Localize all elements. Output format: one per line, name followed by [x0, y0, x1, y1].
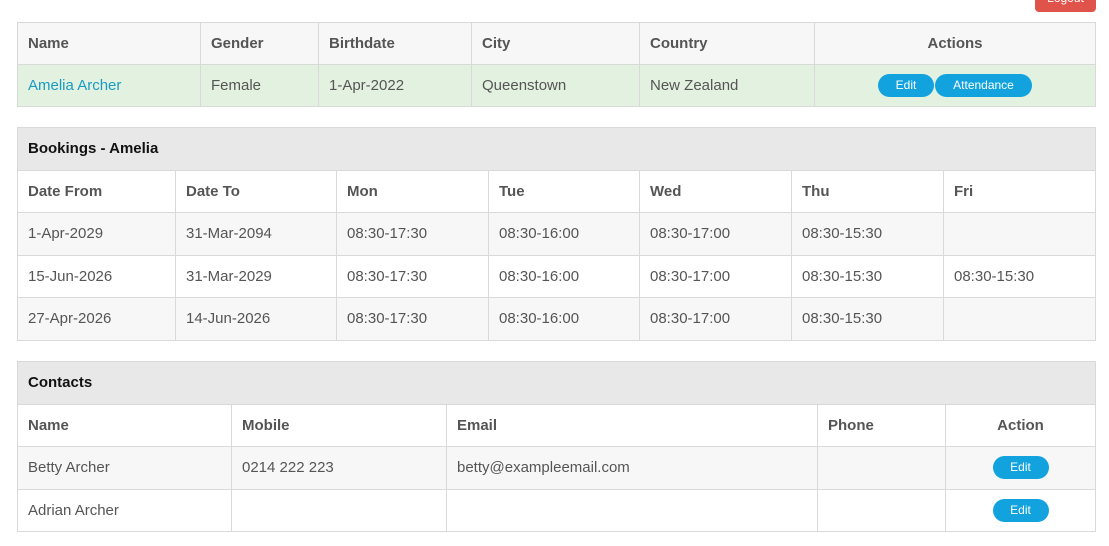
bookings-title-row: Bookings - Amelia	[16, 127, 1097, 171]
person-birthdate: 1-Apr-2022	[318, 64, 472, 107]
booking-mon: 08:30-17:30	[336, 297, 489, 341]
person-header-row: Name Gender Birthdate City Country Actio…	[17, 22, 1096, 65]
booking-tue: 08:30-16:00	[488, 212, 640, 256]
booking-wed: 08:30-17:00	[639, 297, 792, 341]
contact-name: Adrian Archer	[17, 488, 232, 532]
contacts-title-row: Contacts	[16, 361, 1097, 405]
booking-date-to: 31-Mar-2029	[175, 254, 337, 298]
booking-date-to: 14-Jun-2026	[175, 297, 337, 341]
booking-mon: 08:30-17:30	[336, 212, 489, 256]
column-header-contact-name: Name	[17, 403, 232, 447]
column-header-actions: Actions	[814, 22, 1096, 65]
attendance-button[interactable]: Attendance	[935, 74, 1032, 97]
column-header-tue: Tue	[488, 169, 640, 213]
contacts-title: Contacts	[16, 361, 1097, 405]
column-header-phone: Phone	[817, 403, 946, 447]
column-header-country: Country	[639, 22, 815, 65]
booking-fri	[942, 212, 1097, 256]
contact-email: betty@exampleemail.com	[446, 446, 818, 490]
column-header-mon: Mon	[336, 169, 489, 213]
column-header-birthdate: Birthdate	[318, 22, 472, 65]
person-actions-cell: Edit Attendance	[814, 64, 1096, 107]
booking-wed: 08:30-17:00	[639, 254, 792, 298]
booking-date-to: 31-Mar-2094	[175, 212, 337, 256]
person-table: Name Gender Birthdate City Country Actio…	[17, 22, 1096, 107]
booking-row: 15-Jun-2026 31-Mar-2029 08:30-17:30 08:3…	[17, 254, 1097, 298]
person-city: Queenstown	[471, 64, 640, 107]
booking-wed: 08:30-17:00	[639, 212, 792, 256]
bookings-header-row: Date From Date To Mon Tue Wed Thu Fri	[17, 169, 1097, 213]
booking-thu: 08:30-15:30	[791, 254, 944, 298]
person-gender: Female	[200, 64, 319, 107]
column-header-date-to: Date To	[175, 169, 337, 213]
booking-fri: 08:30-15:30	[942, 254, 1097, 298]
contact-mobile: 0214 222 223	[231, 446, 447, 490]
bookings-title: Bookings - Amelia	[16, 127, 1097, 171]
person-row: Amelia Archer Female 1-Apr-2022 Queensto…	[17, 64, 1096, 107]
person-name-cell: Amelia Archer	[17, 64, 201, 107]
booking-tue: 08:30-16:00	[488, 254, 640, 298]
column-header-gender: Gender	[200, 22, 319, 65]
column-header-date-from: Date From	[17, 169, 176, 213]
booking-tue: 08:30-16:00	[488, 297, 640, 341]
contact-action-cell: Edit	[944, 446, 1097, 490]
booking-thu: 08:30-15:30	[791, 297, 944, 341]
booking-thu: 08:30-15:30	[791, 212, 944, 256]
column-header-name: Name	[17, 22, 201, 65]
booking-mon: 08:30-17:30	[336, 254, 489, 298]
contact-edit-button[interactable]: Edit	[992, 456, 1049, 480]
booking-date-from: 1-Apr-2029	[17, 212, 176, 256]
contact-email	[446, 488, 818, 532]
person-name-link[interactable]: Amelia Archer	[28, 77, 121, 94]
booking-date-from: 27-Apr-2026	[17, 297, 176, 341]
column-header-thu: Thu	[791, 169, 944, 213]
contact-mobile	[231, 488, 447, 532]
contact-row: Betty Archer 0214 222 223 betty@examplee…	[17, 446, 1097, 490]
contact-phone	[817, 446, 946, 490]
column-header-mobile: Mobile	[231, 403, 447, 447]
page: Logout Name Gender Birthdate City Countr…	[0, 0, 1109, 546]
booking-fri	[942, 297, 1097, 341]
logout-button[interactable]: Logout	[1035, 0, 1096, 12]
contact-phone	[817, 488, 946, 532]
column-header-wed: Wed	[639, 169, 792, 213]
contact-edit-button[interactable]: Edit	[992, 498, 1049, 522]
contacts-header-row: Name Mobile Email Phone Action	[17, 403, 1097, 447]
contact-action-cell: Edit	[944, 488, 1097, 532]
contact-row: Adrian Archer Edit	[17, 488, 1097, 532]
contacts-table: Contacts Name Mobile Email Phone Action …	[16, 361, 1097, 532]
column-header-action: Action	[944, 403, 1097, 447]
person-country: New Zealand	[639, 64, 815, 107]
column-header-city: City	[471, 22, 640, 65]
person-edit-button[interactable]: Edit	[878, 74, 934, 97]
booking-date-from: 15-Jun-2026	[17, 254, 176, 298]
column-header-fri: Fri	[942, 169, 1097, 213]
bookings-table: Bookings - Amelia Date From Date To Mon …	[16, 127, 1097, 341]
booking-row: 1-Apr-2029 31-Mar-2094 08:30-17:30 08:30…	[17, 212, 1097, 256]
contact-name: Betty Archer	[17, 446, 232, 490]
column-header-email: Email	[446, 403, 818, 447]
booking-row: 27-Apr-2026 14-Jun-2026 08:30-17:30 08:3…	[17, 297, 1097, 341]
